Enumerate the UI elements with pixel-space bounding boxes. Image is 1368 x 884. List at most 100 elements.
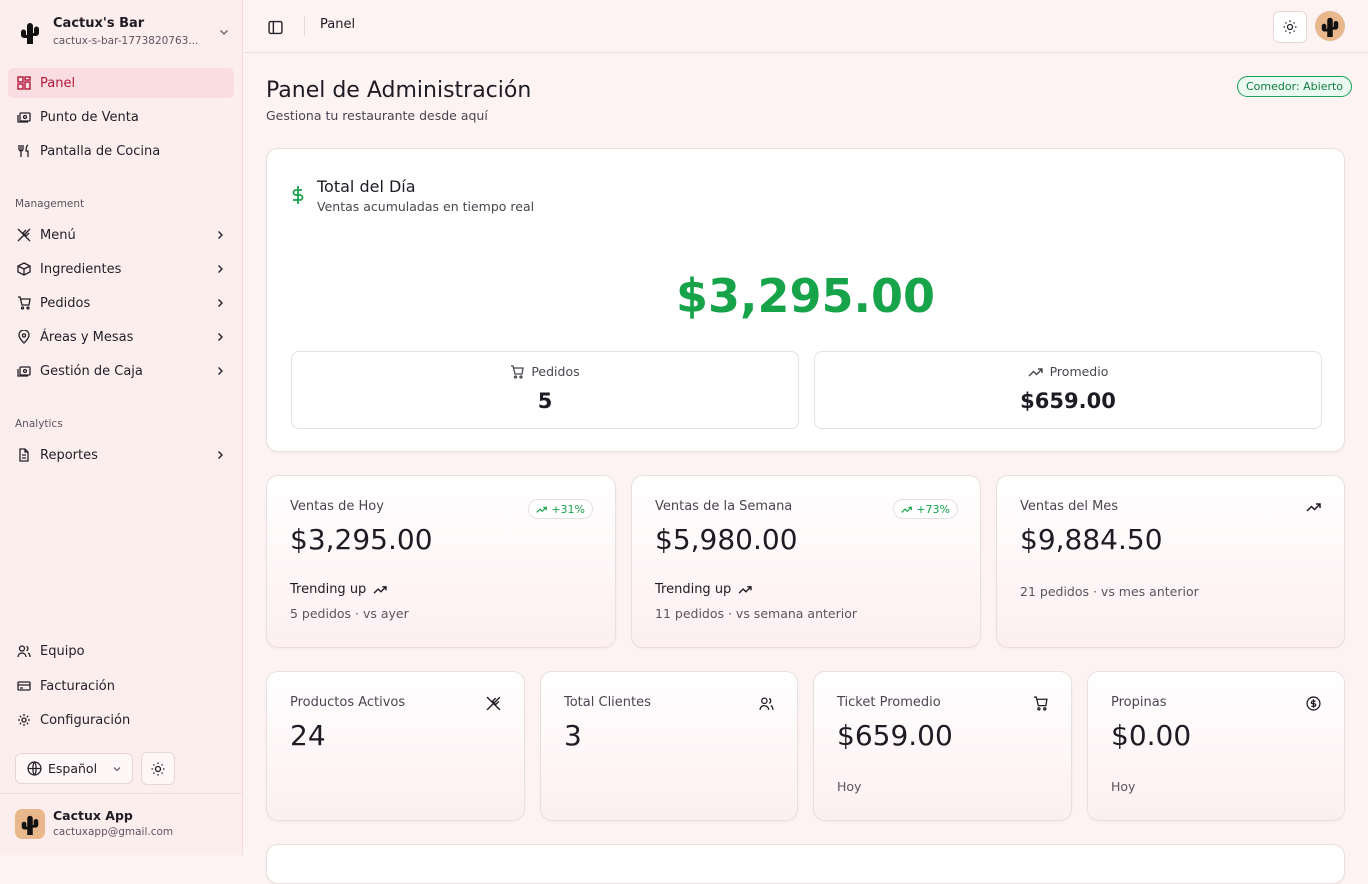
theme-toggle-button[interactable] [1273,11,1307,43]
sidebar-item-reportes[interactable]: Reportes [8,440,234,470]
stat-label: Ventas de la Semana [655,499,793,514]
users-icon [757,694,775,712]
trend-text: Trending up [655,582,732,597]
chevron-right-icon [212,329,228,345]
stat-label: Ticket Promedio [837,695,941,710]
sidebar-item-label: Pedidos [40,295,91,311]
avatar [15,809,45,839]
trending-up-icon [1304,498,1322,516]
sidebar-item-areas-y-mesas[interactable]: Áreas y Mesas [8,322,234,352]
group-label-analytics: Analytics [15,418,63,430]
trend-badge: +73% [893,499,958,519]
sidebar-item-label: Menú [40,227,76,243]
stat-foot: 11 pedidos · vs semana anterior [655,606,857,621]
chevron-right-icon [212,363,228,379]
stat-value: $659.00 [837,719,953,752]
topbar-separator [304,16,305,36]
average-label: Promedio [1049,364,1109,379]
stat-label: Ventas del Mes [1020,499,1119,514]
stat-value: $0.00 [1111,719,1192,752]
stat-foot: Hoy [1111,779,1136,794]
cart-icon [16,295,32,311]
sidebar-item-menu[interactable]: Menú [8,220,234,250]
credit-card-icon [16,678,32,694]
cactus-logo-icon [14,16,46,48]
chevron-down-icon [214,22,234,42]
orders-label: Pedidos [531,364,580,379]
language-selected: Español [48,761,98,776]
dollar-icon [291,185,309,217]
stat-value: 3 [564,719,582,752]
average-value: $659.00 [1020,389,1116,413]
user-menu[interactable]: Cactux App cactuxapp@gmail.com [15,808,173,840]
sidebar: Cactux's Bar cactux-s-bar-1773820763... … [0,0,243,855]
stat-value: $3,295.00 [290,523,433,556]
sidebar-item-label: Configuración [40,712,131,728]
stat-foot: 21 pedidos · vs mes anterior [1020,584,1199,599]
sidebar-item-panel[interactable]: Panel [8,68,234,98]
theme-toggle-button[interactable] [141,752,175,785]
page-subtitle: Gestiona tu restaurante desde aquí [266,108,488,123]
total-amount: $3,295.00 [676,269,935,323]
sidebar-item-label: Ingredientes [40,261,122,277]
user-name: Cactux App [53,808,133,823]
avatar[interactable] [1315,11,1345,41]
register-icon [16,109,32,125]
sidebar-item-equipo[interactable]: Equipo [8,636,234,666]
cart-icon [1031,694,1049,712]
stat-card-week: Ventas de la Semana +73% $5,980.00 Trend… [631,475,981,648]
org-slug: cactux-s-bar-1773820763... [53,35,199,47]
trending-up-icon [901,505,913,514]
stat-label: Productos Activos [290,695,406,710]
chevron-right-icon [212,295,228,311]
total-subtitle: Ventas acumuladas en tiempo real [317,199,535,214]
stat-label: Ventas de Hoy [290,499,384,514]
chevron-right-icon [212,261,228,277]
file-icon [16,447,32,463]
stat-value: $9,884.50 [1020,523,1163,556]
sidebar-item-label: Panel [40,75,76,91]
sidebar-toggle-button[interactable] [264,16,286,38]
sidebar-item-label: Facturación [40,678,115,694]
chevron-right-icon [212,447,228,463]
sidebar-item-punto-de-venta[interactable]: Punto de Venta [8,102,234,132]
next-card [266,844,1345,884]
total-title: Total del Día [317,177,416,196]
map-pin-icon [16,329,32,345]
trend-badge-value: +31% [551,502,585,516]
stat-foot: Hoy [837,779,862,794]
kpi-card-clients: Total Clientes 3 [540,671,798,821]
breadcrumb[interactable]: Panel [320,17,355,32]
sidebar-item-label: Punto de Venta [40,109,139,125]
sidebar-item-ingredientes[interactable]: Ingredientes [8,254,234,284]
sidebar-item-label: Gestión de Caja [40,363,143,379]
sidebar-item-facturacion[interactable]: Facturación [8,671,234,701]
trending-up-icon [373,584,387,595]
total-day-card: Total del Día Ventas acumuladas en tiemp… [266,148,1345,452]
dollar-circle-icon [1304,694,1322,712]
sidebar-item-gestion-de-caja[interactable]: Gestión de Caja [8,356,234,386]
sidebar-item-label: Áreas y Mesas [40,329,134,345]
sidebar-item-label: Reportes [40,447,98,463]
chevron-right-icon [212,227,228,243]
sidebar-item-pantalla-de-cocina[interactable]: Pantalla de Cocina [8,136,234,166]
org-switcher[interactable]: Cactux's Bar cactux-s-bar-1773820763... [14,12,234,52]
trend-text: Trending up [290,582,367,597]
trending-up-icon [1028,366,1043,378]
utensils-crossed-icon [16,227,32,243]
utensils-icon [16,143,32,159]
topbar: Panel [244,0,1368,53]
sidebar-item-configuracion[interactable]: Configuración [8,705,234,735]
stat-value: 24 [290,719,326,752]
stat-card-today: Ventas de Hoy +31% $3,295.00 Trending up… [266,475,616,648]
trend-badge: +31% [528,499,593,519]
panel-left-icon [267,20,283,35]
sidebar-item-label: Pantalla de Cocina [40,143,161,159]
stat-foot: 5 pedidos · vs ayer [290,606,409,621]
language-select[interactable]: Español [15,753,133,784]
sidebar-item-pedidos[interactable]: Pedidos [8,288,234,318]
stat-label: Propinas [1111,695,1167,710]
package-icon [16,261,32,277]
kpi-card-products: Productos Activos 24 [266,671,525,821]
org-name: Cactux's Bar [53,16,145,31]
